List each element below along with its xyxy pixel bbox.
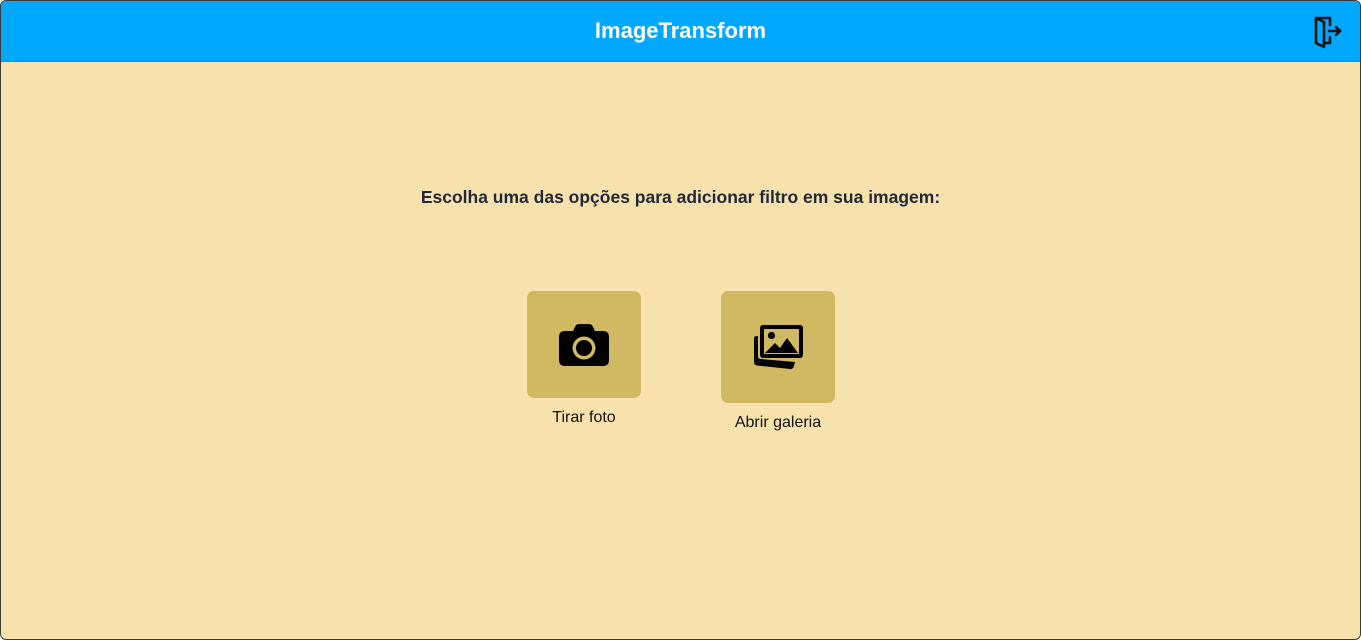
app-window: ImageTransform Escolha uma das opções pa…	[0, 0, 1361, 640]
app-title: ImageTransform	[594, 18, 767, 43]
take-photo-label: Tirar foto	[552, 409, 616, 426]
gallery-icon	[754, 325, 803, 370]
open-gallery-label: Abrir galeria	[734, 414, 822, 431]
app-header: ImageTransform	[1, 1, 1360, 62]
open-gallery-option[interactable]: Abrir galeria	[721, 291, 835, 433]
open-gallery-button[interactable]	[721, 291, 835, 403]
logout-button[interactable]	[1312, 15, 1344, 49]
take-photo-button[interactable]	[527, 291, 641, 398]
camera-icon	[559, 323, 609, 366]
instruction-text: Escolha uma das opções para adicionar fi…	[420, 187, 941, 207]
logout-door-icon	[1314, 16, 1342, 49]
take-photo-option[interactable]: Tirar foto	[527, 291, 641, 428]
